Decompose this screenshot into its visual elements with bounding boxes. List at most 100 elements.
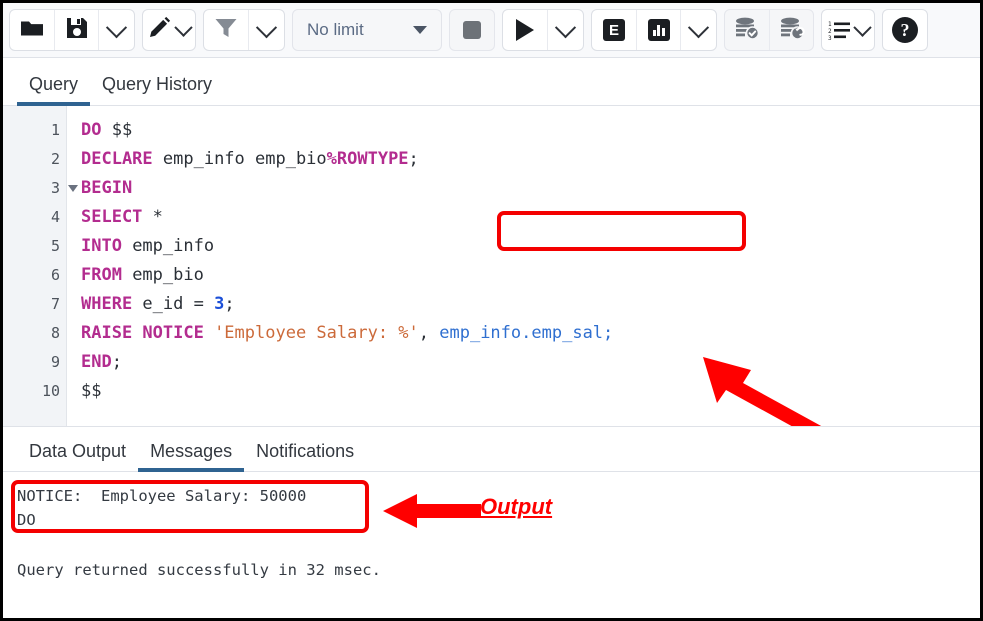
pgadmin-query-tool-window: No limit E	[0, 0, 983, 621]
sql-keyword: DECLARE	[81, 149, 153, 169]
svg-text:2: 2	[828, 28, 832, 35]
explain-analyze-button[interactable]	[636, 10, 680, 50]
svg-text:1: 1	[828, 21, 832, 28]
sql-identifier: e_id =	[132, 294, 214, 314]
line-number: 7	[3, 290, 66, 319]
sql-keyword: INTO	[81, 236, 122, 256]
tab-messages-label: Messages	[150, 441, 232, 461]
line-number: 4	[3, 203, 66, 232]
query-tool-toolbar: No limit E	[3, 3, 980, 58]
open-file-button[interactable]	[10, 10, 54, 50]
explain-options-dropdown[interactable]	[680, 10, 716, 50]
chevron-down-icon	[256, 17, 277, 38]
line-number: 8	[3, 319, 66, 348]
tab-notifications-label: Notifications	[256, 441, 354, 461]
sql-keyword: DO	[81, 120, 101, 140]
edit-button[interactable]	[143, 10, 195, 50]
code-line-4: SELECT *	[81, 203, 980, 232]
help-button[interactable]: ?	[883, 10, 927, 50]
chevron-down-icon	[555, 17, 576, 38]
tab-query-history[interactable]: Query History	[90, 74, 224, 105]
stop-button[interactable]	[450, 10, 494, 50]
sql-text: ;	[603, 323, 613, 343]
sql-text: ;	[409, 149, 419, 169]
line-number-gutter: 1 2 3 4 5 6 7 8 9 10	[3, 106, 67, 426]
sql-text: $$	[101, 120, 132, 140]
tab-messages[interactable]: Messages	[138, 441, 244, 471]
code-line-10: $$	[81, 377, 980, 406]
stop-square-icon	[463, 21, 481, 39]
line-number: 2	[3, 145, 66, 174]
caret-down-icon	[413, 26, 427, 34]
sql-keyword: %ROWTYPE	[327, 149, 409, 169]
macros-button-group: 1 2 3	[821, 9, 875, 51]
annotation-output: Output	[480, 494, 552, 520]
tab-notifications[interactable]: Notifications	[244, 441, 366, 471]
sql-operator: *	[142, 207, 162, 227]
filter-button[interactable]	[204, 10, 248, 50]
code-line-5: INTO emp_info	[81, 232, 980, 261]
play-icon	[516, 19, 534, 41]
save-options-dropdown[interactable]	[98, 10, 134, 50]
line-number: 5	[3, 232, 66, 261]
line-number: 9	[3, 348, 66, 377]
code-line-3: BEGIN	[81, 174, 980, 203]
database-revert-icon	[779, 16, 805, 45]
sql-keyword: BEGIN	[81, 178, 132, 198]
tab-query-label: Query	[29, 74, 78, 94]
line-number: 6	[3, 261, 66, 290]
sql-keyword: END	[81, 352, 112, 372]
sql-text: $$	[81, 381, 101, 401]
code-line-6: FROM emp_bio	[81, 261, 980, 290]
database-check-icon	[734, 16, 760, 45]
sql-editor[interactable]: 1 2 3 4 5 6 7 8 9 10 DO $$ DECLARE emp_i…	[3, 106, 980, 426]
code-content[interactable]: DO $$ DECLARE emp_info emp_bio%ROWTYPE; …	[67, 106, 980, 426]
tab-data-output[interactable]: Data Output	[17, 441, 138, 471]
explain-icon: E	[603, 19, 625, 41]
sql-keyword: RAISE NOTICE	[81, 323, 204, 343]
chevron-down-icon	[174, 18, 192, 36]
funnel-icon	[214, 17, 238, 44]
sql-keyword: SELECT	[81, 207, 142, 227]
chevron-down-icon	[106, 17, 127, 38]
explain-button[interactable]: E	[592, 10, 636, 50]
line-number: 10	[3, 377, 66, 406]
pencil-icon	[148, 16, 171, 44]
execute-button-group	[502, 9, 584, 51]
filter-options-dropdown[interactable]	[248, 10, 284, 50]
explain-button-group: E	[591, 9, 717, 51]
svg-text:3: 3	[828, 35, 832, 40]
help-button-group: ?	[882, 9, 928, 51]
sql-keyword: FROM	[81, 265, 122, 285]
filter-button-group	[203, 9, 285, 51]
numbered-list-icon: 1 2 3	[828, 20, 869, 40]
line-number: 1	[3, 116, 66, 145]
macros-button[interactable]: 1 2 3	[822, 10, 874, 50]
edit-button-group	[142, 9, 196, 51]
sql-record-field: emp_sal	[531, 323, 603, 343]
save-file-button[interactable]	[54, 10, 98, 50]
message-status-line: Query returned successfully in 32 msec.	[17, 558, 980, 582]
sql-string-literal: 'Employee Salary: %'	[204, 323, 419, 343]
code-line-1: DO $$	[81, 116, 980, 145]
row-limit-select[interactable]: No limit	[292, 9, 442, 51]
sql-identifier: emp_info	[122, 236, 214, 256]
sql-text: ;	[224, 294, 234, 314]
folder-icon	[20, 18, 44, 43]
query-tab-bar: Query Query History	[3, 58, 980, 106]
stop-button-group	[449, 9, 495, 51]
line-number-with-fold: 3	[3, 174, 66, 203]
tab-query[interactable]: Query	[17, 74, 90, 105]
execute-button[interactable]	[503, 10, 547, 50]
code-line-2: DECLARE emp_info emp_bio%ROWTYPE;	[81, 145, 980, 174]
chevron-down-icon	[688, 17, 709, 38]
sql-text: ,	[419, 323, 439, 343]
execute-options-dropdown[interactable]	[547, 10, 583, 50]
sql-identifier: emp_bio	[122, 265, 204, 285]
commit-button[interactable]	[725, 10, 769, 50]
question-mark-icon: ?	[892, 17, 918, 43]
sql-identifier: emp_info emp_bio	[153, 149, 327, 169]
rollback-button[interactable]	[769, 10, 813, 50]
sql-text: .	[521, 323, 531, 343]
row-limit-value: No limit	[307, 20, 364, 40]
